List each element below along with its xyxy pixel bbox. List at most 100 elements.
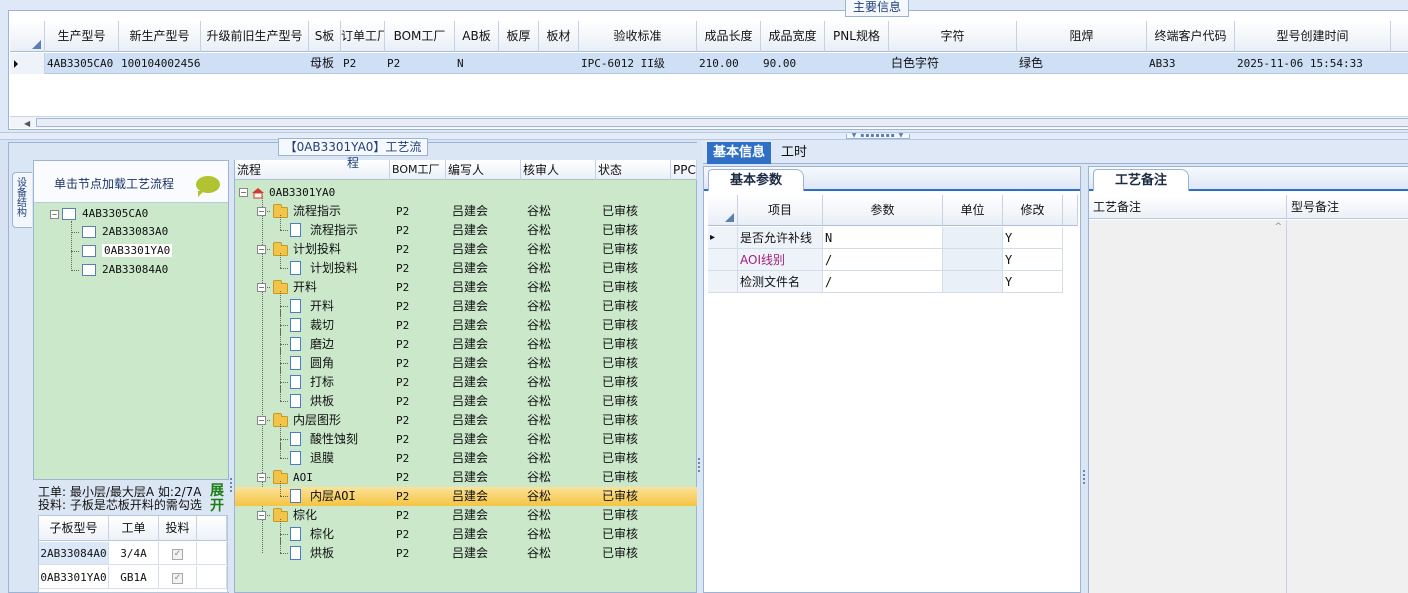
process-reviewer-cell[interactable]: 谷松	[527, 525, 551, 544]
process-name-cell[interactable]: − 计划投料	[235, 240, 390, 259]
collapse-icon[interactable]: −	[239, 188, 248, 197]
process-bom-cell[interactable]: P2	[396, 221, 409, 240]
grid-cell[interactable]	[201, 53, 309, 74]
subgrid-cell-model[interactable]: 0AB3301YA0	[39, 566, 109, 589]
process-bom-cell[interactable]: P2	[396, 278, 409, 297]
tab-process-memo[interactable]: 工艺备注	[1093, 169, 1189, 191]
process-status-cell[interactable]: 已审核	[602, 240, 638, 259]
process-bom-cell[interactable]: P2	[396, 316, 409, 335]
main-splitter[interactable]: ▼ ▪▪▪▪▪▪▪ ▼	[0, 132, 1408, 140]
col-header[interactable]: 板材	[539, 21, 579, 52]
col-header[interactable]: 订单工厂	[341, 21, 385, 52]
process-name-cell[interactable]: − AOI	[235, 468, 390, 487]
expand-button[interactable]: 展开	[210, 484, 228, 514]
process-writer-cell[interactable]: 吕建会	[452, 278, 488, 297]
process-status-cell[interactable]: 已审核	[602, 221, 638, 240]
params-unit-cell[interactable]	[943, 249, 1003, 271]
params-col-header[interactable]: 修改	[1003, 195, 1063, 226]
process-bom-cell[interactable]: P2	[396, 373, 409, 392]
col-header[interactable]: AB板	[455, 21, 499, 52]
process-memo-field[interactable]: ^	[1089, 220, 1287, 593]
grid-cell[interactable]: 白色字符	[889, 53, 1017, 74]
grid-cell[interactable]: 母板	[309, 53, 341, 74]
process-row[interactable]: 计划投料 P2 吕建会 谷松 已审核	[235, 253, 697, 278]
process-reviewer-cell[interactable]: 谷松	[527, 468, 551, 487]
col-header[interactable]: S板	[309, 21, 341, 52]
process-name-cell[interactable]: 烘板	[235, 392, 390, 411]
params-edit-cell[interactable]: Y	[1003, 271, 1063, 293]
feed-checkbox[interactable]: ✓	[172, 572, 183, 584]
process-name-cell[interactable]: 退膜	[235, 449, 390, 468]
process-name-cell[interactable]: 烘板	[235, 544, 390, 563]
process-status-cell[interactable]: 已审核	[602, 335, 638, 354]
process-bom-cell[interactable]: P2	[396, 411, 409, 430]
process-reviewer-cell[interactable]: 谷松	[527, 430, 551, 449]
process-reviewer-cell[interactable]: 谷松	[527, 411, 551, 430]
process-status-cell[interactable]: 已审核	[602, 373, 638, 392]
process-writer-cell[interactable]: 吕建会	[452, 525, 488, 544]
process-writer-cell[interactable]: 吕建会	[452, 316, 488, 335]
scroll-left-arrow-icon[interactable]: ◀	[24, 119, 30, 128]
process-reviewer-cell[interactable]: 谷松	[527, 240, 551, 259]
process-reviewer-cell[interactable]: 谷松	[527, 544, 551, 563]
col-header[interactable]: BOM工厂	[385, 21, 455, 52]
process-writer-cell[interactable]: 吕建会	[452, 335, 488, 354]
col-header[interactable]: 生产型号	[45, 21, 119, 52]
collapse-icon[interactable]: −	[257, 473, 266, 482]
process-reviewer-cell[interactable]: 谷松	[527, 316, 551, 335]
process-status-cell[interactable]: 已审核	[602, 525, 638, 544]
process-col-header[interactable]: BOM工厂	[390, 160, 446, 180]
params-edit-cell[interactable]: Y	[1003, 249, 1063, 271]
process-writer-cell[interactable]: 吕建会	[452, 297, 488, 316]
process-name-cell[interactable]: 棕化	[235, 525, 390, 544]
process-bom-cell[interactable]: P2	[396, 487, 409, 506]
process-status-cell[interactable]: 已审核	[602, 449, 638, 468]
process-reviewer-cell[interactable]: 谷松	[527, 335, 551, 354]
model-memo-field[interactable]	[1287, 220, 1408, 593]
collapse-icon[interactable]: −	[257, 207, 266, 216]
tree-node-child[interactable]: 2AB33083A0	[82, 223, 168, 241]
main-grid-hscrollbar[interactable]: ◀	[10, 116, 1408, 128]
col-header[interactable]: 新生产型号	[119, 21, 201, 52]
process-bom-cell[interactable]: P2	[396, 392, 409, 411]
grid-cell[interactable]: 绿色	[1017, 53, 1147, 74]
grid-cell[interactable]: 2025-11-06 15:54:33	[1235, 53, 1391, 74]
process-reviewer-cell[interactable]: 谷松	[527, 221, 551, 240]
process-writer-cell[interactable]: 吕建会	[452, 240, 488, 259]
col-header[interactable]: 字符	[889, 21, 1017, 52]
process-status-cell[interactable]: 已审核	[602, 506, 638, 525]
subgrid-cell-order[interactable]: 3/4A	[109, 542, 159, 565]
process-reviewer-cell[interactable]: 谷松	[527, 259, 551, 278]
col-header[interactable]: 阻焊	[1017, 21, 1147, 52]
process-col-header[interactable]: 核审人	[521, 160, 596, 180]
process-col-header[interactable]: 编写人	[446, 160, 521, 180]
process-name-cell[interactable]: − 内层图形	[235, 411, 390, 430]
grid-cell[interactable]	[825, 53, 889, 74]
process-writer-cell[interactable]: 吕建会	[452, 506, 488, 525]
process-reviewer-cell[interactable]: 谷松	[527, 202, 551, 221]
tree-node-child[interactable]: 2AB33084A0	[82, 261, 168, 279]
process-name-cell[interactable]: 裁切	[235, 316, 390, 335]
params-value-cell[interactable]: N	[823, 227, 943, 249]
col-header[interactable]: 验收标准	[579, 21, 697, 52]
grid-cell[interactable]: 210.00	[697, 53, 761, 74]
params-unit-cell[interactable]	[943, 271, 1003, 293]
subgrid-cell-feed[interactable]: ✓	[159, 566, 197, 589]
process-name-cell[interactable]: 圆角	[235, 354, 390, 373]
grid-cell[interactable]: P2	[385, 53, 455, 74]
process-bom-cell[interactable]: P2	[396, 297, 409, 316]
process-root-row[interactable]: − 0AB3301YA0	[235, 183, 697, 202]
process-name-cell[interactable]: 酸性蚀刻	[235, 430, 390, 449]
process-bom-cell[interactable]: P2	[396, 506, 409, 525]
process-row[interactable]: − 开料 P2 吕建会 谷松 已审核	[235, 278, 697, 297]
tree-node-child[interactable]: 0AB3301YA0	[82, 242, 173, 260]
process-reviewer-cell[interactable]: 谷松	[527, 506, 551, 525]
process-writer-cell[interactable]: 吕建会	[452, 468, 488, 487]
params-value-cell[interactable]: /	[823, 249, 943, 271]
col-header[interactable]: 终端客户代码	[1147, 21, 1235, 52]
scrollbar-thumb[interactable]	[36, 118, 1408, 127]
col-header[interactable]: 成品长度	[697, 21, 761, 52]
process-bom-cell[interactable]: P2	[396, 525, 409, 544]
grid-cell[interactable]: IPC-6012 II级	[579, 53, 697, 74]
collapse-icon[interactable]: −	[257, 511, 266, 520]
